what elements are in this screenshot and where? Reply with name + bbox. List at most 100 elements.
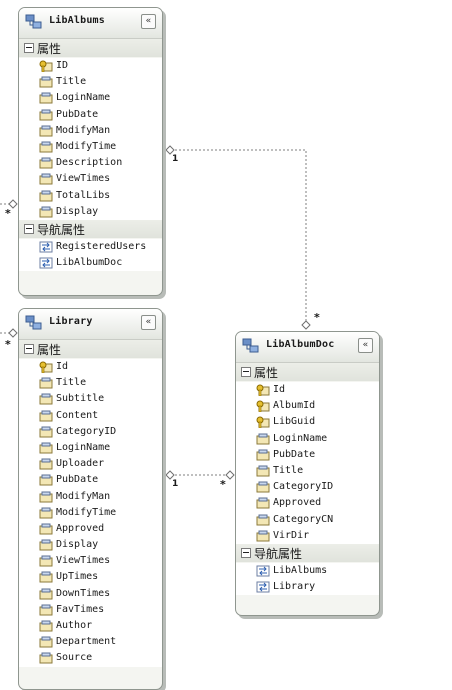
association-end-diamond [165,145,175,155]
property-row[interactable]: DownTimes [19,585,162,602]
property-row[interactable]: LoginName [19,90,162,107]
property-name: Content [56,409,99,421]
property-row[interactable]: Title [236,462,379,480]
entity-type-icon [25,315,42,330]
properties-section-header[interactable]: 属性 [236,363,379,381]
navigation-property-row[interactable]: Library [236,579,379,596]
property-row[interactable]: LibGuid [236,414,379,431]
entity-type-icon [242,338,259,353]
key-property-icon [256,416,270,429]
entity-libalbumdoc[interactable]: LibAlbumDoc « 属性 Id AlbumId LibGuid LoginNa… [235,331,380,616]
property-row[interactable]: CategoryCN [236,511,379,528]
property-row[interactable]: PubDate [19,472,162,489]
section-toggle-icon[interactable] [24,344,34,354]
collapse-icon[interactable]: « [141,315,156,330]
property-row[interactable]: Display [19,203,162,220]
entity-header[interactable]: Library « [19,309,162,340]
property-row[interactable]: AlbumId [236,398,379,415]
multiplicity-label: * [5,338,11,351]
property-row[interactable]: UpTimes [19,569,162,586]
property-row[interactable]: Id [236,382,379,399]
property-name: DownTimes [56,587,111,599]
entity-library[interactable]: Library « 属性 Id Title Subtitle Content Categ… [18,308,163,690]
navigation-property-icon [39,241,53,253]
property-row[interactable]: LoginName [19,439,162,457]
navigation-property-row[interactable]: RegisteredUsers [19,238,162,256]
property-row[interactable]: Author [19,618,162,635]
property-name: PubDate [56,474,99,486]
section-toggle-icon[interactable] [24,223,34,234]
property-row[interactable]: Subtitle [19,391,162,408]
property-name: Id [273,384,286,395]
property-row[interactable]: Approved [236,495,379,512]
section-label: 属性 [37,343,62,357]
property-name: TotalLibs [56,189,111,201]
property-name: Title [273,464,304,476]
property-name: Library [273,581,316,593]
property-row[interactable]: PubDate [236,446,379,463]
scalar-property-icon [39,539,53,551]
property-row[interactable]: Display [19,537,162,554]
scalar-property-icon [39,173,53,185]
scalar-property-icon [39,426,53,438]
section-label: 属性 [37,42,62,56]
property-row[interactable]: VirDir [236,527,379,544]
scalar-property-icon [39,125,53,137]
property-name: Title [56,76,87,88]
property-row[interactable]: ModifyMan [19,122,162,139]
scalar-property-icon [39,555,53,567]
collapse-icon[interactable]: « [141,14,156,29]
properties-section-header[interactable]: 属性 [19,340,162,358]
property-row[interactable]: TotalLibs [19,187,162,204]
association-end-diamond [225,470,235,480]
collapse-icon[interactable]: « [358,338,373,353]
property-row[interactable]: Source [19,650,162,667]
property-row[interactable]: CategoryID [236,479,379,496]
navigation-property-row[interactable]: LibAlbumDoc [19,255,162,272]
entity-libalbums[interactable]: LibAlbums « 属性 ID Title LoginName PubDate Mo… [18,7,163,296]
property-list: Id Title Subtitle Content CategoryID LoginNam… [19,358,162,667]
key-property-icon [39,361,53,374]
scalar-property-icon [39,92,53,104]
scalar-property-icon [256,497,270,509]
property-row[interactable]: Title [19,375,162,392]
property-row[interactable]: CategoryID [19,423,162,440]
property-row[interactable]: PubDate [19,106,162,123]
scalar-property-icon [39,410,53,422]
properties-section-header[interactable]: 属性 [19,39,162,57]
property-name: VirDir [273,529,310,541]
entity-header[interactable]: LibAlbums « [19,8,162,39]
property-name: CategoryID [273,481,334,493]
property-row[interactable]: Content [19,407,162,424]
property-row[interactable]: ViewTimes [19,553,162,570]
scalar-property-icon [39,377,53,389]
property-row[interactable]: Department [19,634,162,651]
property-row[interactable]: ModifyTime [19,138,162,156]
property-row[interactable]: ModifyTime [19,504,162,521]
section-label: 属性 [254,366,279,380]
property-name: LibAlbumDoc [56,257,123,269]
property-name: Author [56,620,93,631]
navigation-section-header[interactable]: 导航属性 [236,543,379,562]
property-row[interactable]: Id [19,359,162,376]
property-row[interactable]: FavTimes [19,601,162,618]
section-toggle-icon[interactable] [241,367,251,377]
property-row[interactable]: ID [19,58,162,75]
property-row[interactable]: ModifyMan [19,488,162,505]
property-row[interactable]: Description [19,155,162,172]
section-toggle-icon[interactable] [241,547,251,558]
scalar-property-icon [39,141,53,153]
scalar-property-icon [256,433,270,445]
scalar-property-icon [39,474,53,486]
scalar-property-icon [39,652,53,664]
navigation-property-row[interactable]: LibAlbums [236,562,379,580]
entity-header[interactable]: LibAlbumDoc « [236,332,379,363]
property-row[interactable]: Approved [19,520,162,538]
property-row[interactable]: Title [19,74,162,91]
property-row[interactable]: Uploader [19,456,162,473]
section-toggle-icon[interactable] [24,43,34,53]
navigation-section-header[interactable]: 导航属性 [19,219,162,238]
property-row[interactable]: ViewTimes [19,171,162,188]
property-row[interactable]: LoginName [236,430,379,447]
multiplicity-label: * [5,207,11,220]
